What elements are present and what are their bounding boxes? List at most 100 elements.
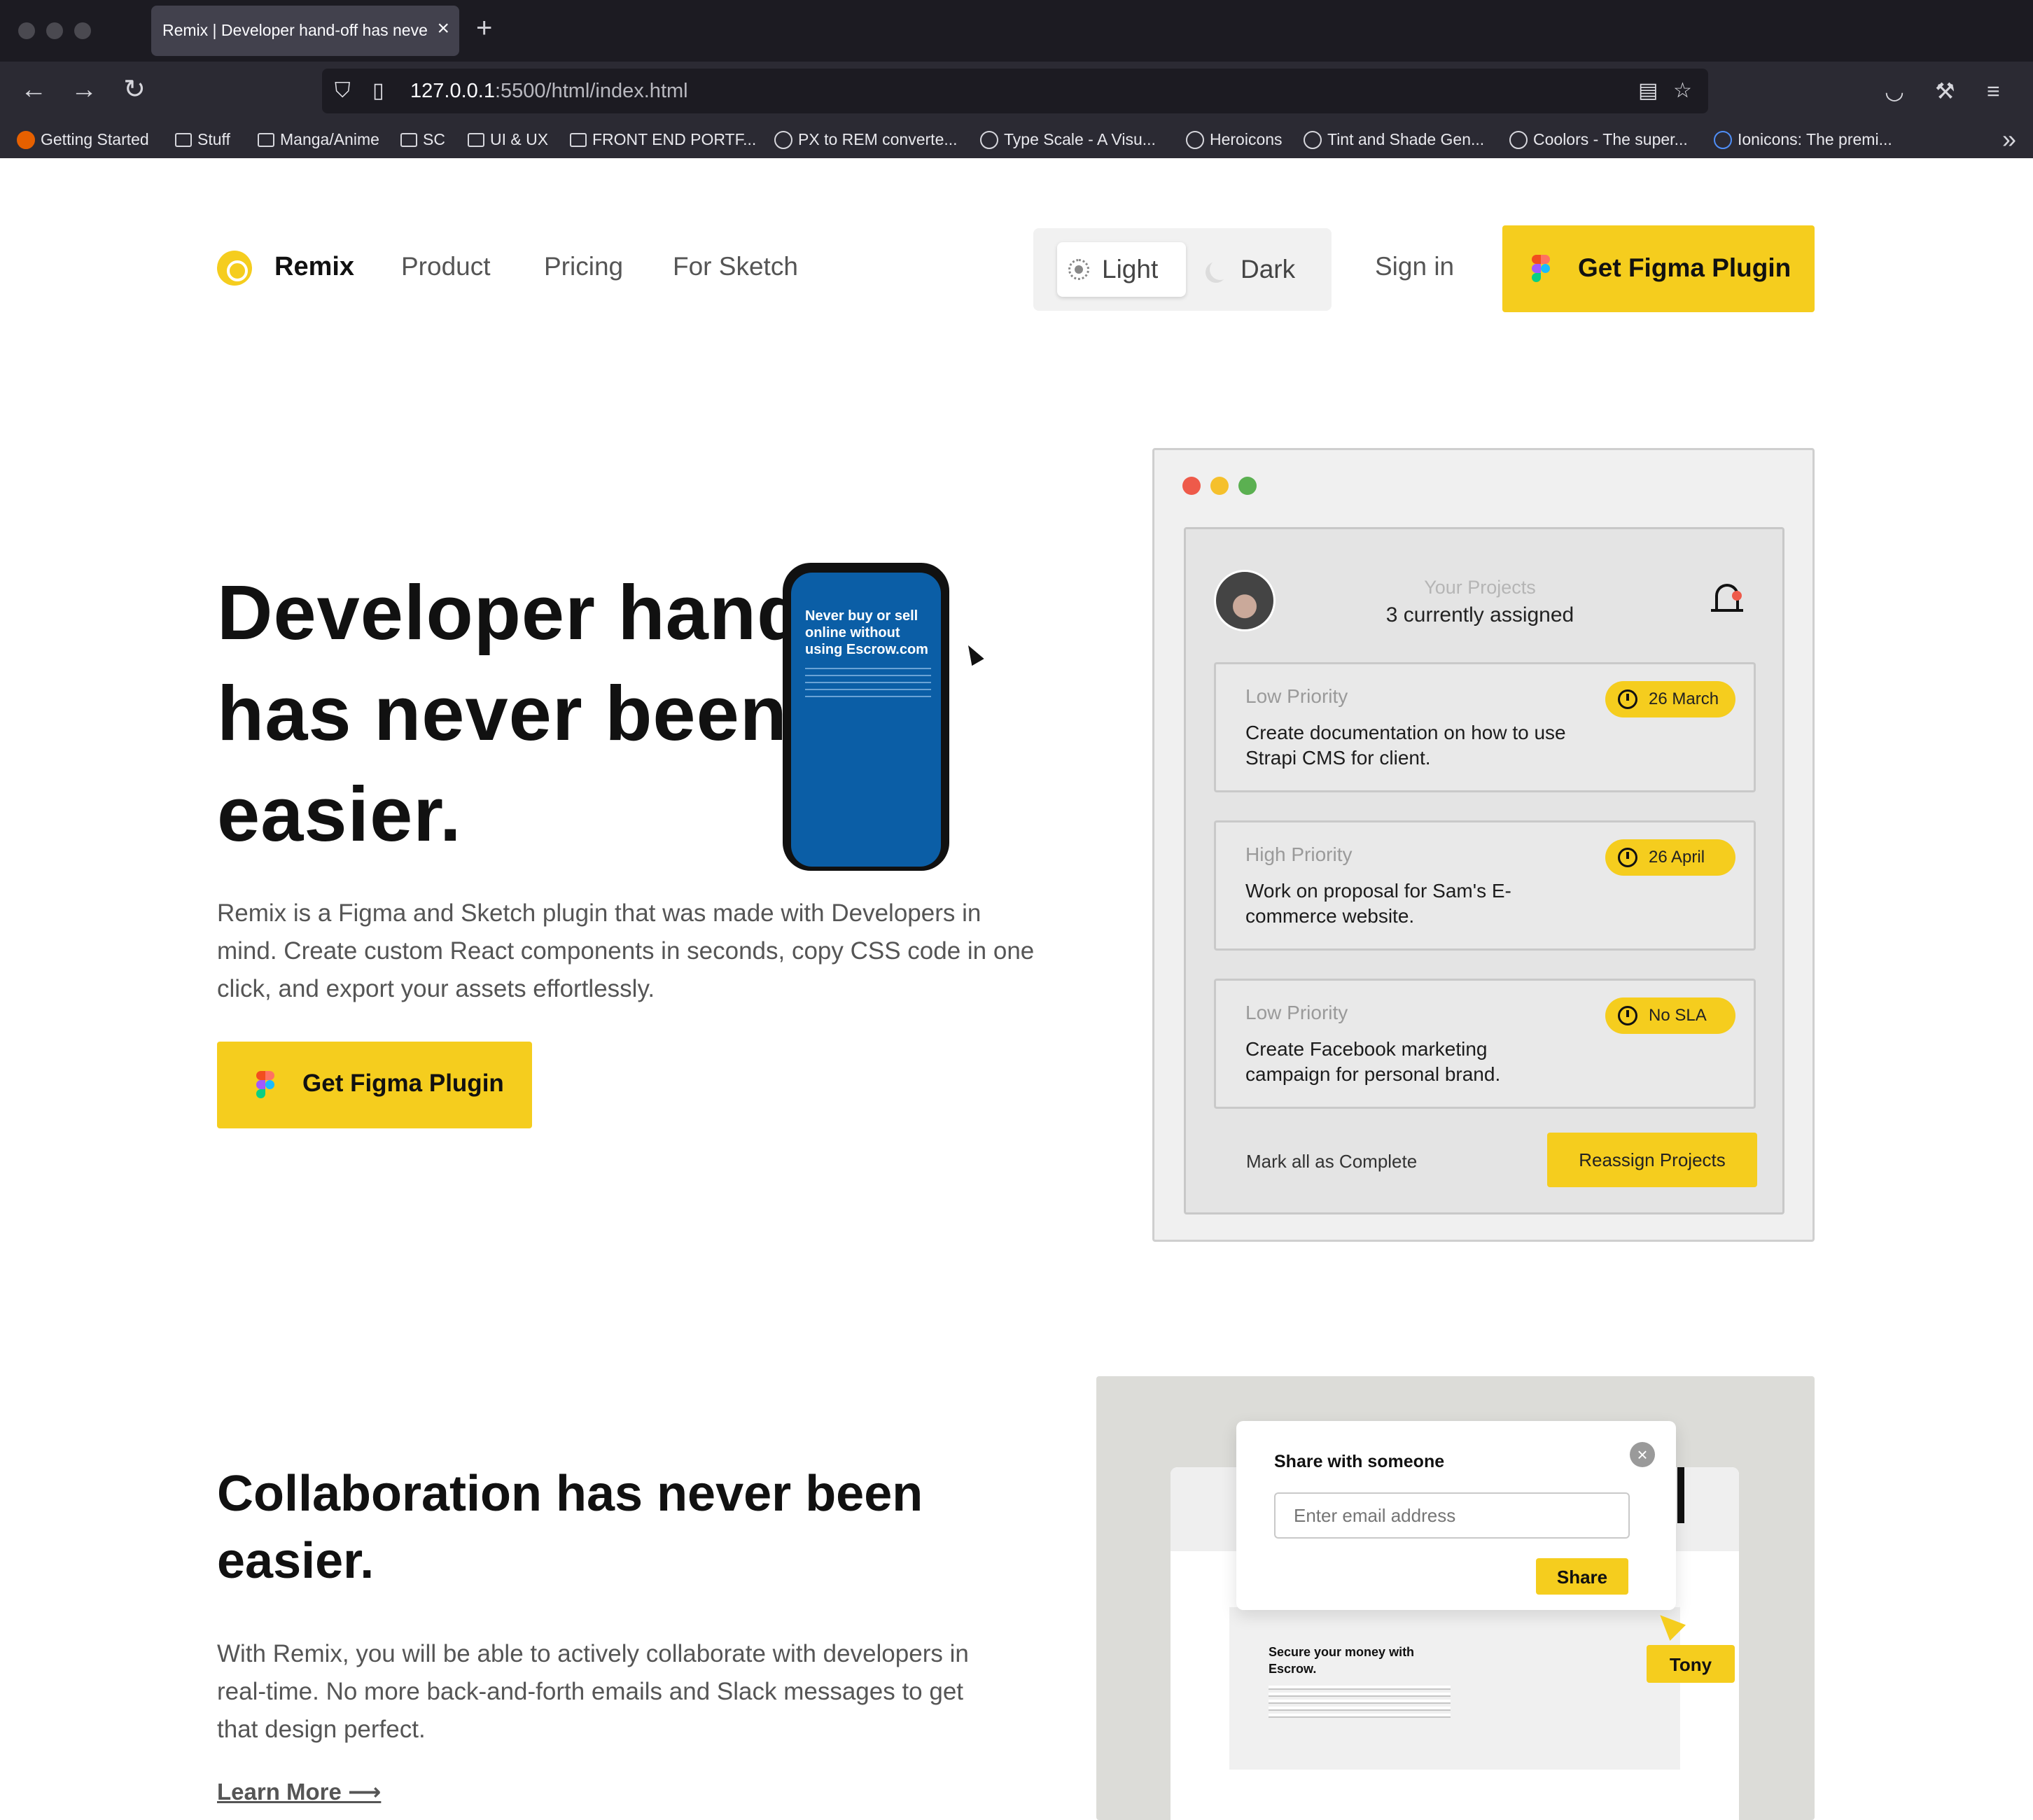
bookmark-coolors[interactable]: Coolors - The super...	[1509, 127, 1688, 151]
globe-icon	[980, 131, 998, 149]
nav-link-pricing[interactable]: Pricing	[544, 252, 623, 281]
email-field[interactable]	[1274, 1492, 1630, 1539]
bookmark-folder-manga[interactable]: Manga/Anime	[258, 127, 379, 151]
sun-icon	[1068, 259, 1089, 280]
bookmark-label: Tint and Shade Gen...	[1327, 130, 1485, 148]
collaborator-name-tag: Tony	[1647, 1645, 1735, 1683]
back-arrow-icon[interactable]: ←	[17, 74, 50, 105]
bookmark-type-scale[interactable]: Type Scale - A Visu...	[980, 127, 1156, 151]
folder-icon	[468, 133, 484, 147]
timer-icon	[1618, 848, 1637, 867]
forward-arrow-icon[interactable]: →	[67, 74, 101, 105]
task-priority: Low Priority	[1245, 1002, 1348, 1023]
bookmark-folder-portfolio[interactable]: FRONT END PORTF...	[570, 127, 756, 151]
moon-icon[interactable]	[1210, 259, 1231, 280]
tab-strip: Remix | Developer hand-off has never bee…	[0, 0, 2033, 62]
learn-more-link[interactable]: Learn More ⟶	[217, 1778, 381, 1805]
brand-name[interactable]: Remix	[274, 252, 354, 282]
site-body-lines	[1269, 1686, 1451, 1719]
bookmarks-bar: Getting Started Stuff Manga/Anime SC UI …	[0, 120, 2033, 158]
task-card[interactable]: Low Priority Create Facebook marketing c…	[1214, 979, 1756, 1109]
task-card[interactable]: Low Priority Create documentation on how…	[1214, 662, 1756, 792]
phone-body-lines	[805, 665, 931, 697]
hero-get-figma-plugin-button[interactable]: Get Figma Plugin	[217, 1042, 532, 1128]
close-icon[interactable]: ×	[1630, 1442, 1655, 1467]
bookmark-ionicons[interactable]: Ionicons: The premi...	[1714, 127, 1892, 151]
reassign-label: Reassign Projects	[1579, 1149, 1726, 1170]
figma-icon	[1532, 255, 1550, 283]
mock-red-dot	[1182, 477, 1201, 495]
badge-label: 26 April	[1649, 848, 1705, 867]
theme-light-label: Light	[1102, 255, 1159, 284]
window-zoom-dot[interactable]	[74, 22, 91, 39]
bookmark-tint-shade[interactable]: Tint and Shade Gen...	[1304, 127, 1484, 151]
due-date-badge: 26 April	[1605, 839, 1735, 876]
bookmark-label: UI & UX	[490, 130, 549, 148]
task-priority: Low Priority	[1245, 685, 1348, 707]
bookmark-folder-sc[interactable]: SC	[400, 127, 445, 151]
theme-light-button[interactable]: Light	[1057, 242, 1186, 297]
reassign-projects-button[interactable]: Reassign Projects	[1547, 1133, 1757, 1187]
nav-link-for-sketch[interactable]: For Sketch	[673, 252, 798, 281]
bookmark-heroicons[interactable]: Heroicons	[1186, 127, 1283, 151]
bookmark-label: Coolors - The super...	[1533, 130, 1688, 148]
theme-dark-button[interactable]: Dark	[1241, 255, 1295, 284]
collaboration-title: Collaboration has never been easier.	[217, 1466, 923, 1589]
bookmark-label: Ionicons: The premi...	[1738, 130, 1892, 148]
bookmark-getting-started[interactable]: Getting Started	[17, 127, 149, 151]
globe-icon	[774, 131, 792, 149]
new-tab-icon[interactable]: +	[476, 14, 492, 42]
bookmark-label: Type Scale - A Visu...	[1004, 130, 1156, 148]
active-tab[interactable]: Remix | Developer hand-off has never bee…	[151, 6, 459, 56]
mark-all-complete-link[interactable]: Mark all as Complete	[1246, 1151, 1417, 1172]
menu-icon[interactable]: ≡	[1987, 77, 2000, 105]
bookmarks-overflow-icon[interactable]: »	[2002, 125, 2016, 154]
share-modal-title: Share with someone	[1274, 1452, 1445, 1471]
projects-panel: Your Projects 3 currently assigned Low P…	[1184, 527, 1784, 1214]
folder-icon	[175, 133, 192, 147]
wrench-icon[interactable]: ⚒	[1935, 77, 1955, 105]
projects-mock-window: Your Projects 3 currently assigned Low P…	[1152, 448, 1815, 1242]
folder-icon	[400, 133, 417, 147]
bookmark-star-icon[interactable]: ☆	[1673, 78, 1692, 104]
mock-green-dot	[1238, 477, 1257, 495]
bookmark-px-to-rem[interactable]: PX to REM converte...	[774, 127, 958, 151]
sign-in-link[interactable]: Sign in	[1375, 252, 1454, 281]
remix-logo-icon[interactable]	[217, 251, 252, 286]
task-text: Create documentation on how to use Strap…	[1245, 722, 1566, 769]
window-close-dot[interactable]	[18, 22, 35, 39]
bookmark-folder-stuff[interactable]: Stuff	[175, 127, 230, 151]
shield-icon[interactable]: ⛉	[335, 78, 351, 104]
bookmark-label: FRONT END PORTF...	[592, 130, 757, 148]
mock-yellow-dot	[1210, 477, 1229, 495]
folder-icon	[570, 133, 587, 147]
nav-link-product[interactable]: Product	[401, 252, 491, 281]
firefox-icon	[17, 131, 35, 149]
task-card[interactable]: High Priority Work on proposal for Sam's…	[1214, 820, 1756, 951]
get-figma-plugin-button[interactable]: Get Figma Plugin	[1502, 225, 1815, 312]
window-minimize-dot[interactable]	[46, 22, 63, 39]
browser-chrome: Remix | Developer hand-off has never bee…	[0, 0, 2033, 158]
url-text[interactable]: 127.0.0.1:5500/html/index.html	[410, 80, 688, 103]
reload-icon[interactable]: ↻	[118, 74, 151, 105]
website-preview: Secure your money with Escrow.	[1229, 1607, 1680, 1770]
share-button[interactable]: Share	[1536, 1558, 1628, 1595]
due-date-badge: 26 March	[1605, 681, 1735, 718]
page-icon: ▯	[372, 79, 384, 102]
share-modal: Share with someone × Share	[1236, 1421, 1676, 1610]
timer-icon	[1618, 690, 1637, 709]
globe-icon	[1509, 131, 1528, 149]
bookmark-label: Manga/Anime	[280, 130, 379, 148]
globe-icon	[1186, 131, 1204, 149]
notification-dot	[1732, 591, 1742, 601]
badge-label: 26 March	[1649, 690, 1719, 708]
hero-cta-label: Get Figma Plugin	[302, 1070, 504, 1097]
navigation-toolbar: ← → ↻ ⛉ ▯ 127.0.0.1:5500/html/index.html…	[0, 62, 2033, 120]
reader-view-icon[interactable]: ▤	[1638, 78, 1658, 104]
bookmark-folder-ui-ux[interactable]: UI & UX	[468, 127, 548, 151]
pocket-icon[interactable]: ◡	[1885, 77, 1904, 105]
tab-close-icon[interactable]: ×	[437, 18, 449, 39]
ionicons-icon	[1714, 131, 1732, 149]
address-bar[interactable]: ⛉ ▯ 127.0.0.1:5500/html/index.html ▤ ☆	[322, 69, 1708, 113]
collaboration-illustration: Secure your money with Escrow. Share wit…	[1096, 1376, 1815, 1820]
